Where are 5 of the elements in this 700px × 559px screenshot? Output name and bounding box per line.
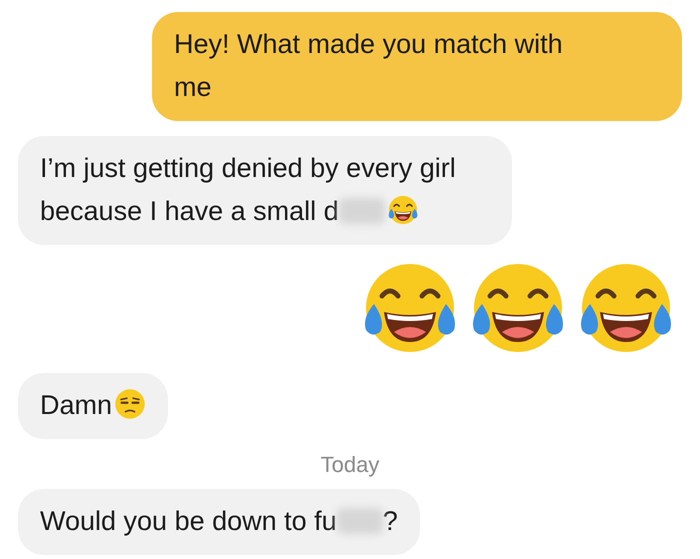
message-bubble: I’m just getting denied by every girl because I have a small d (18, 136, 512, 245)
date-divider: Today (320, 452, 380, 478)
message-bubble: Would you be down to fu ? (18, 489, 420, 555)
message-bubble: Damn (18, 373, 168, 439)
message-bubble: Hey! What made you match with me (152, 12, 682, 121)
